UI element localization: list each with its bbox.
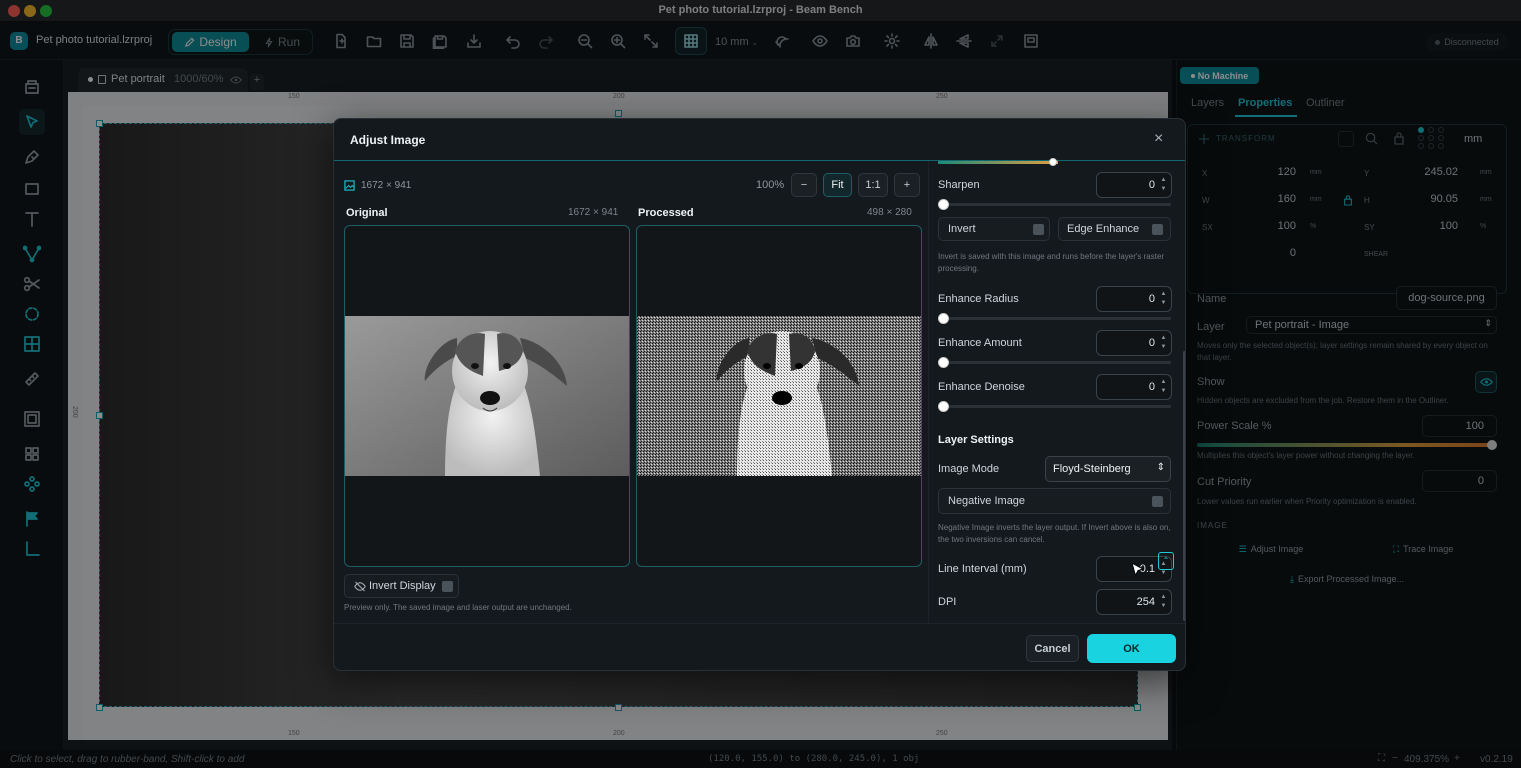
enhance-denoise-label: Enhance Denoise xyxy=(938,381,1025,393)
original-dims: 1672 × 941 xyxy=(568,207,619,218)
enhance-denoise-input[interactable]: 0 ▲ ▼ xyxy=(1096,374,1172,400)
invert-note: Invert is saved with this image and runs… xyxy=(938,252,1165,273)
enhance-radius-label: Enhance Radius xyxy=(938,293,1019,305)
negative-image-checkbox[interactable] xyxy=(1152,496,1163,507)
layer-settings-title: Layer Settings xyxy=(938,434,1014,446)
invert-checkbox[interactable] xyxy=(1033,224,1044,235)
dialog-header: Adjust Image × xyxy=(334,119,1185,161)
edge-enhance-toggle[interactable]: Edge Enhance xyxy=(1058,217,1171,241)
mouse-cursor-icon xyxy=(1131,562,1145,577)
negative-image-label: Negative Image xyxy=(948,495,1026,507)
enhance-radius-input[interactable]: 0 ▲ ▼ xyxy=(1096,286,1172,312)
enhance-amount-value: 0 xyxy=(1148,337,1155,349)
sharpen-input[interactable]: 0 ▲ ▼ xyxy=(1096,172,1172,198)
stepper-arrows-icon[interactable]: ▲ ▼ xyxy=(1160,290,1167,308)
negative-image-toggle[interactable]: Negative Image xyxy=(938,488,1171,514)
stepper-up-button[interactable]: ⌃ xyxy=(1158,552,1174,570)
enhance-denoise-track[interactable] xyxy=(938,405,1171,408)
enhance-amount-input[interactable]: 0 ▲ ▼ xyxy=(1096,330,1172,356)
sharpen-label: Sharpen xyxy=(938,179,980,191)
settings-scrollbar[interactable] xyxy=(1183,351,1185,621)
processed-preview-pane[interactable] xyxy=(636,225,922,567)
adjust-image-dialog: Adjust Image × 1672 × 941 100% − Fit 1:1… xyxy=(333,118,1186,671)
invert-toggle[interactable]: Invert xyxy=(938,217,1050,241)
preview-note: Preview only. The saved image and laser … xyxy=(344,603,572,612)
footer-divider xyxy=(334,623,1185,624)
invert-display-checkbox[interactable] xyxy=(442,581,453,592)
stepper-arrows-icon[interactable]: ▲ ▼ xyxy=(1160,593,1167,611)
invert-label: Invert xyxy=(948,223,976,235)
enhance-radius-knob[interactable] xyxy=(938,313,949,324)
select-arrows-icon: ⇕ xyxy=(1156,462,1165,473)
line-interval-label: Line Interval (mm) xyxy=(938,563,1027,575)
image-mode-value: Floyd-Steinberg xyxy=(1053,463,1131,475)
scroll-hint-knob[interactable] xyxy=(1049,158,1057,166)
close-icon[interactable]: × xyxy=(1154,130,1163,148)
enhance-radius-value: 0 xyxy=(1148,293,1155,305)
sharpen-value: 0 xyxy=(1148,179,1155,191)
image-icon xyxy=(344,180,355,191)
stepper-arrows-icon[interactable]: ▲ ▼ xyxy=(1160,378,1167,396)
enhance-amount-label: Enhance Amount xyxy=(938,337,1022,349)
cancel-button[interactable]: Cancel xyxy=(1026,635,1079,662)
stepper-arrows-icon[interactable]: ▲ ▼ xyxy=(1160,334,1167,352)
dialog-title: Adjust Image xyxy=(350,133,426,147)
original-label: Original xyxy=(346,207,388,219)
negative-note: Negative Image inverts the layer output.… xyxy=(938,523,1171,544)
image-dimensions: 1672 × 941 xyxy=(361,180,412,191)
sharpen-slider-track[interactable] xyxy=(938,203,1171,206)
enhance-amount-track[interactable] xyxy=(938,361,1171,364)
sharpen-slider-knob[interactable] xyxy=(938,199,949,210)
preview-zoom-out-button[interactable]: − xyxy=(791,173,817,197)
dpi-value: 254 xyxy=(1136,596,1155,608)
processed-dog-photo xyxy=(637,316,921,476)
processed-dims: 498 × 280 xyxy=(867,207,912,218)
dpi-input[interactable]: 254 ▲ ▼ xyxy=(1096,589,1172,615)
image-mode-label: Image Mode xyxy=(938,463,1000,475)
enhance-denoise-knob[interactable] xyxy=(938,401,949,412)
invert-display-toggle[interactable]: Invert Display xyxy=(344,574,459,598)
ok-button[interactable]: OK xyxy=(1087,634,1176,663)
processed-label: Processed xyxy=(638,207,694,219)
image-mode-select[interactable]: Floyd-Steinberg ⇕ xyxy=(1045,456,1171,482)
edge-enhance-label: Edge Enhance xyxy=(1067,223,1140,235)
original-preview-pane[interactable] xyxy=(344,225,630,567)
preview-one-to-one-button[interactable]: 1:1 xyxy=(858,173,888,197)
enhance-amount-knob[interactable] xyxy=(938,357,949,368)
enhance-radius-track[interactable] xyxy=(938,317,1171,320)
enhance-denoise-value: 0 xyxy=(1148,381,1155,393)
settings-panel: Sharpen 0 ▲ ▼ Invert Edge Enhance Invert i… xyxy=(928,158,1185,623)
dpi-label: DPI xyxy=(938,596,957,608)
invert-display-label: Invert Display xyxy=(369,580,436,592)
preview-fit-button[interactable]: Fit xyxy=(823,173,852,197)
stepper-arrows-icon[interactable]: ▲ ▼ xyxy=(1160,176,1167,194)
edge-enhance-checkbox[interactable] xyxy=(1152,224,1163,235)
preview-zoom-level: 100% xyxy=(756,179,785,191)
original-dog-photo xyxy=(345,316,629,476)
preview-zoom-in-button[interactable]: + xyxy=(894,173,920,197)
scroll-hint-track xyxy=(938,161,1058,164)
eye-off-icon xyxy=(354,581,366,592)
